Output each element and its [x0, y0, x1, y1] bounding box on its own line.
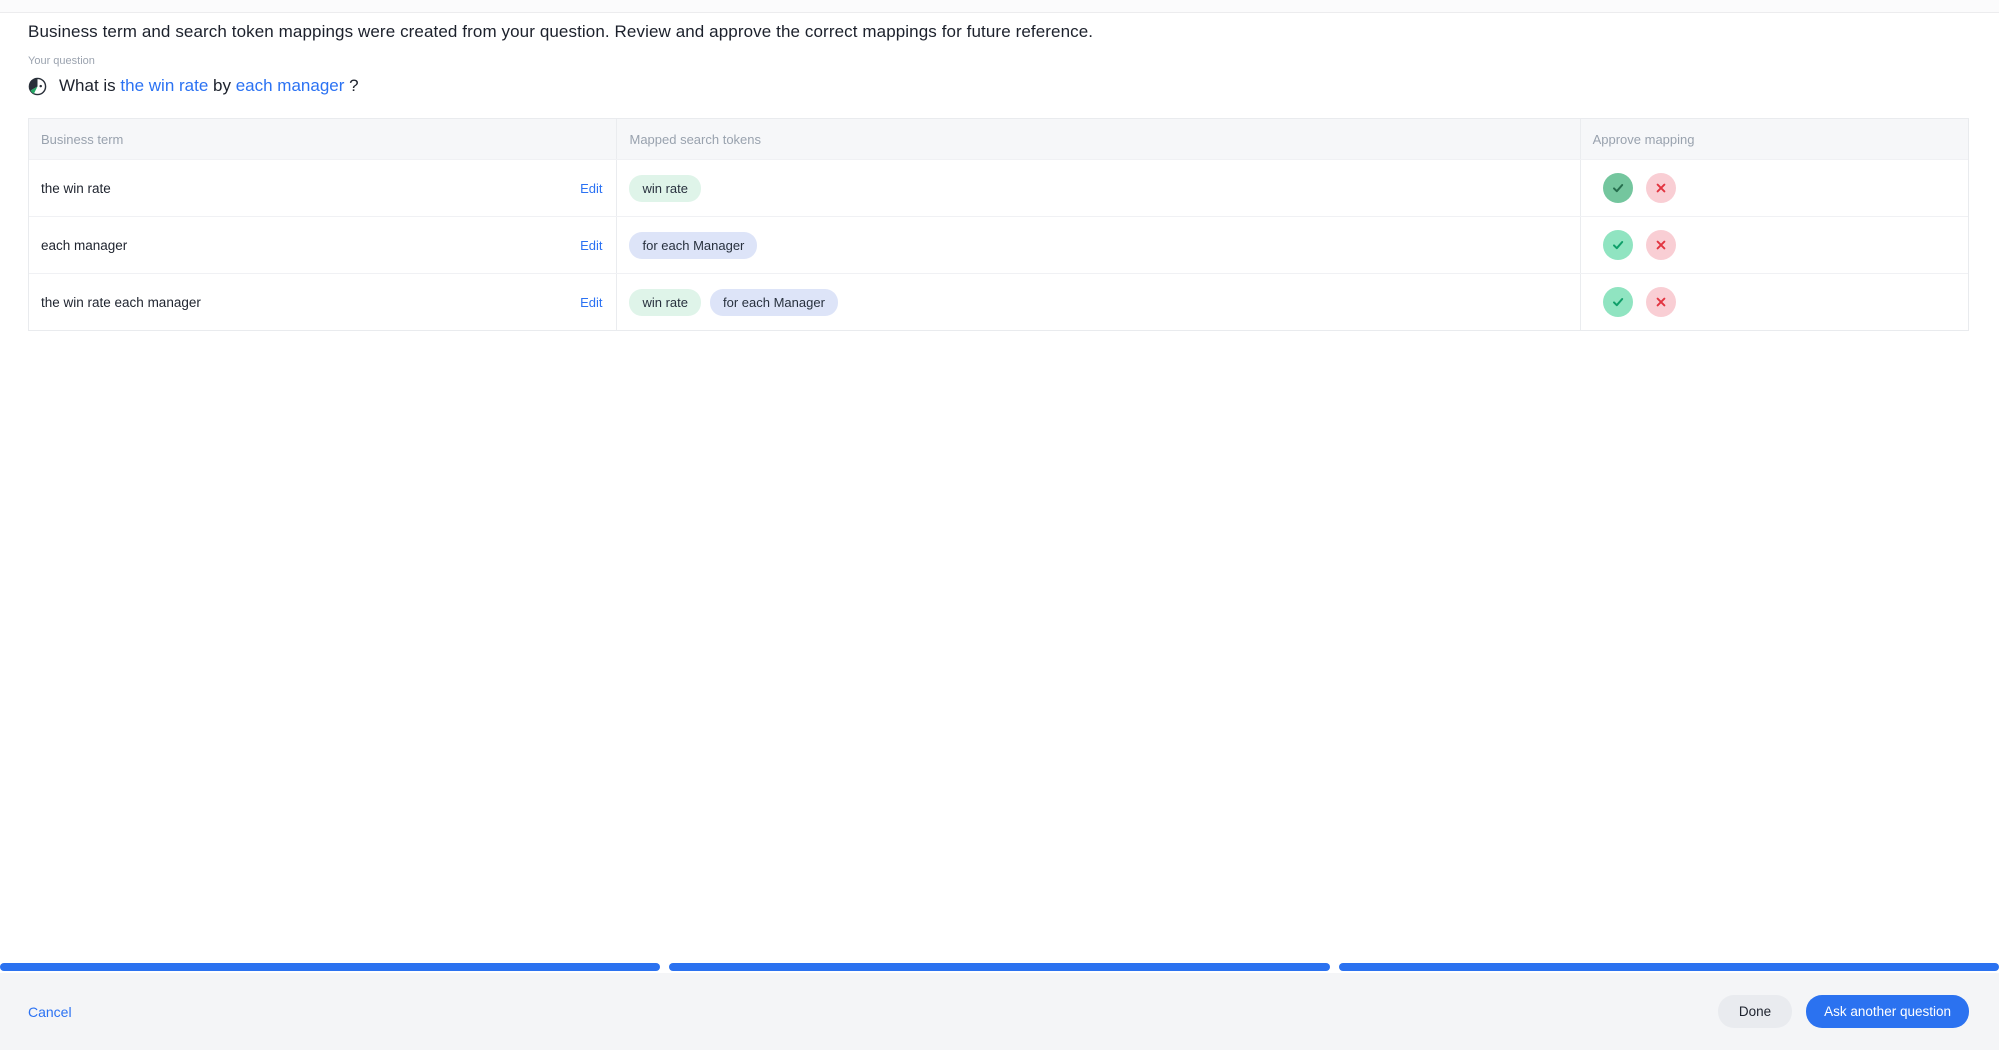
question-text-part: What is	[59, 76, 120, 95]
business-term-cell: the win rate Edit	[29, 160, 617, 216]
main-content: Business term and search token mappings …	[0, 22, 1999, 331]
edit-button[interactable]: Edit	[580, 295, 602, 310]
question-text-part: ?	[344, 76, 358, 95]
footer: Cancel Done Ask another question	[0, 973, 1999, 1050]
x-icon	[1655, 296, 1667, 308]
question-text-part: by	[208, 76, 235, 95]
question-token[interactable]: each manager	[236, 76, 345, 95]
business-term-text: the win rate each manager	[41, 295, 201, 310]
progress-segment	[669, 963, 1329, 971]
token-chip: win rate	[629, 289, 701, 316]
table-row: each manager Edit for each Manager	[29, 216, 1968, 273]
globe-insight-icon	[28, 77, 47, 96]
business-term-text: each manager	[41, 238, 127, 253]
question-row: What is the win rate by each manager ?	[28, 76, 1969, 96]
check-icon	[1611, 295, 1625, 309]
token-chip: win rate	[629, 175, 701, 202]
approve-mapping-cell	[1581, 274, 1968, 330]
ask-another-question-button[interactable]: Ask another question	[1806, 995, 1969, 1028]
column-header-mapped-tokens: Mapped search tokens	[617, 119, 1580, 159]
done-button[interactable]: Done	[1718, 995, 1792, 1028]
footer-actions: Done Ask another question	[1718, 995, 1969, 1028]
mapped-tokens-cell: for each Manager	[617, 217, 1580, 273]
intro-message: Business term and search token mappings …	[28, 22, 1969, 42]
table-header-row: Business term Mapped search tokens Appro…	[29, 119, 1968, 159]
table-row: the win rate each manager Edit win rate for…	[29, 273, 1968, 330]
mapped-tokens-cell: win rate for each Manager	[617, 274, 1580, 330]
progress-segment	[0, 963, 660, 971]
business-term-text: the win rate	[41, 181, 111, 196]
approve-mapping-cell	[1581, 217, 1968, 273]
approve-mapping-button[interactable]	[1603, 287, 1633, 317]
question-text: What is the win rate by each manager ?	[59, 76, 359, 96]
mapped-tokens-cell: win rate	[617, 160, 1580, 216]
table-row: the win rate Edit win rate	[29, 159, 1968, 216]
x-icon	[1655, 182, 1667, 194]
reject-mapping-button[interactable]	[1646, 173, 1676, 203]
question-label: Your question	[28, 55, 1969, 67]
column-header-business-term: Business term	[29, 119, 617, 159]
edit-button[interactable]: Edit	[580, 238, 602, 253]
token-chip: for each Manager	[629, 232, 757, 259]
column-header-approve-mapping: Approve mapping	[1581, 119, 1968, 159]
check-icon	[1611, 238, 1625, 252]
cancel-button[interactable]: Cancel	[28, 1004, 72, 1020]
x-icon	[1655, 239, 1667, 251]
business-term-cell: each manager Edit	[29, 217, 617, 273]
reject-mapping-button[interactable]	[1646, 230, 1676, 260]
check-icon	[1611, 181, 1625, 195]
edit-button[interactable]: Edit	[580, 181, 602, 196]
approve-mapping-cell	[1581, 160, 1968, 216]
approve-mapping-button[interactable]	[1603, 230, 1633, 260]
progress-bar	[0, 963, 1999, 971]
mapping-table: Business term Mapped search tokens Appro…	[28, 118, 1969, 331]
top-divider	[0, 0, 1999, 13]
approve-mapping-button[interactable]	[1603, 173, 1633, 203]
business-term-cell: the win rate each manager Edit	[29, 274, 617, 330]
progress-segment	[1339, 963, 1999, 971]
token-chip: for each Manager	[710, 289, 838, 316]
bottom-bar: Cancel Done Ask another question	[0, 963, 1999, 1050]
table-body: the win rate Edit win rate each manager Edit…	[29, 159, 1968, 330]
question-token[interactable]: the win rate	[120, 76, 208, 95]
reject-mapping-button[interactable]	[1646, 287, 1676, 317]
